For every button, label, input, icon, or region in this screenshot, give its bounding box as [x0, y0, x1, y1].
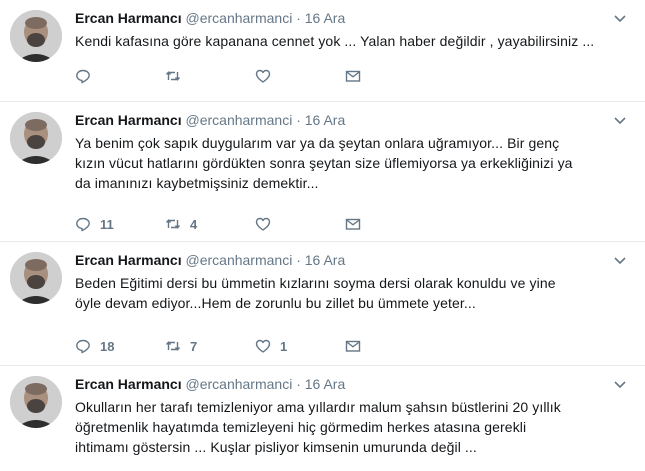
envelope-icon [345, 70, 361, 82]
reply-button[interactable] [75, 66, 165, 86]
direct-message-button[interactable] [345, 66, 435, 86]
tweet-text-line: Beden Eğitimi dersi bu ümmetin kızlarını… [75, 275, 556, 291]
tweet[interactable]: Ercan Harmancı @ercanharmanci · 16 Ara O… [0, 366, 645, 471]
retweet-count: 7 [190, 338, 198, 354]
tweet-date[interactable]: 16 Ara [305, 252, 345, 268]
retweet-button[interactable] [165, 66, 255, 86]
heart-icon [255, 69, 271, 83]
tweet-header: Ercan Harmancı @ercanharmanci · 16 Ara [75, 110, 631, 130]
reply-button[interactable]: 11 [75, 214, 165, 234]
reply-icon [76, 69, 90, 84]
tweet-text-line: da imanınızı kaybetmişsiniz demektir... [75, 175, 319, 191]
heart-icon [255, 339, 271, 353]
direct-message-button[interactable] [345, 214, 435, 234]
reply-icon [76, 217, 90, 232]
retweet-button[interactable]: 7 [165, 336, 255, 356]
tweet-header: Ercan Harmancı @ercanharmanci · 16 Ara [75, 250, 631, 270]
author-handle[interactable]: @ercanharmanci [186, 112, 293, 128]
reply-button[interactable]: 18 [75, 336, 165, 356]
tweet-actions: 18 7 1 [75, 336, 435, 356]
retweet-button[interactable]: 4 [165, 214, 255, 234]
tweet-text: Kendi kafasına göre kapanana cennet yok … [75, 31, 631, 51]
tweet-text-line: kızın vücut hatlarını gördükten sonra şe… [75, 155, 573, 171]
reply-count: 18 [100, 338, 115, 354]
retweet-icon [165, 71, 181, 81]
like-button[interactable] [255, 214, 345, 234]
tweet[interactable]: Ercan Harmancı @ercanharmanci · 16 Ara K… [0, 0, 645, 102]
tweet-actions: 11 4 [75, 214, 435, 234]
tweet-feed: Ercan Harmancı @ercanharmanci · 16 Ara K… [0, 0, 645, 471]
like-count: 1 [280, 338, 288, 354]
tweet[interactable]: Ercan Harmancı @ercanharmanci · 16 Ara Y… [0, 102, 645, 242]
tweet-text: Okulların her tarafı temizleniyor ama yı… [75, 397, 631, 457]
avatar-photo [10, 376, 62, 428]
tweet-date[interactable]: 16 Ara [305, 10, 345, 26]
author-handle[interactable]: @ercanharmanci [186, 252, 293, 268]
tweet-text-line: ihtimamı göstersin ... Kuşlar pisliyor k… [75, 439, 477, 455]
author-handle[interactable]: @ercanharmanci [186, 376, 293, 392]
reply-icon [76, 339, 90, 354]
author-handle[interactable]: @ercanharmanci [186, 10, 293, 26]
heart-icon [255, 217, 271, 231]
chevron-down-icon[interactable] [613, 12, 627, 26]
tweet-header: Ercan Harmancı @ercanharmanci · 16 Ara [75, 8, 631, 28]
chevron-down-icon[interactable] [613, 378, 627, 392]
tweet-text: Beden Eğitimi dersi bu ümmetin kızlarını… [75, 273, 631, 313]
like-button[interactable]: 1 [255, 336, 345, 356]
tweet-actions [75, 66, 435, 86]
avatar-photo [10, 252, 62, 304]
author-name[interactable]: Ercan Harmancı [75, 10, 182, 26]
author-name[interactable]: Ercan Harmancı [75, 376, 182, 392]
reply-count: 11 [100, 216, 114, 232]
tweet[interactable]: Ercan Harmancı @ercanharmanci · 16 Ara B… [0, 242, 645, 366]
like-button[interactable] [255, 66, 345, 86]
retweet-count: 4 [190, 216, 198, 232]
envelope-icon [345, 340, 361, 352]
avatar[interactable] [10, 376, 62, 428]
avatar[interactable] [10, 10, 62, 62]
retweet-icon [165, 341, 181, 351]
tweet-text: Ya benim çok sapık duygularım var ya da … [75, 133, 631, 193]
chevron-down-icon[interactable] [613, 254, 627, 268]
envelope-icon [345, 218, 361, 230]
avatar-photo [10, 112, 62, 164]
tweet-date[interactable]: 16 Ara [305, 376, 345, 392]
tweet-text-line: öyle devam ediyor...Hem de zorunlu bu zi… [75, 295, 476, 311]
avatar-photo [10, 10, 62, 62]
avatar[interactable] [10, 112, 62, 164]
retweet-icon [165, 219, 181, 229]
direct-message-button[interactable] [345, 336, 435, 356]
separator-dot: · [296, 112, 301, 128]
author-name[interactable]: Ercan Harmancı [75, 252, 182, 268]
author-name[interactable]: Ercan Harmancı [75, 112, 182, 128]
tweet-text-line: Kendi kafasına göre kapanana cennet yok … [75, 33, 595, 49]
tweet-text-line: Ya benim çok sapık duygularım var ya da … [75, 135, 560, 151]
chevron-down-icon[interactable] [613, 114, 627, 128]
tweet-text-line: Okulların her tarafı temizleniyor ama yı… [75, 399, 561, 415]
separator-dot: · [296, 376, 301, 392]
tweet-date[interactable]: 16 Ara [305, 112, 345, 128]
tweet-header: Ercan Harmancı @ercanharmanci · 16 Ara [75, 374, 631, 394]
avatar[interactable] [10, 252, 62, 304]
tweet-text-line: öğretmenlik hayatımda temizleyeni hiç gö… [75, 419, 527, 435]
separator-dot: · [296, 252, 301, 268]
separator-dot: · [296, 10, 301, 26]
